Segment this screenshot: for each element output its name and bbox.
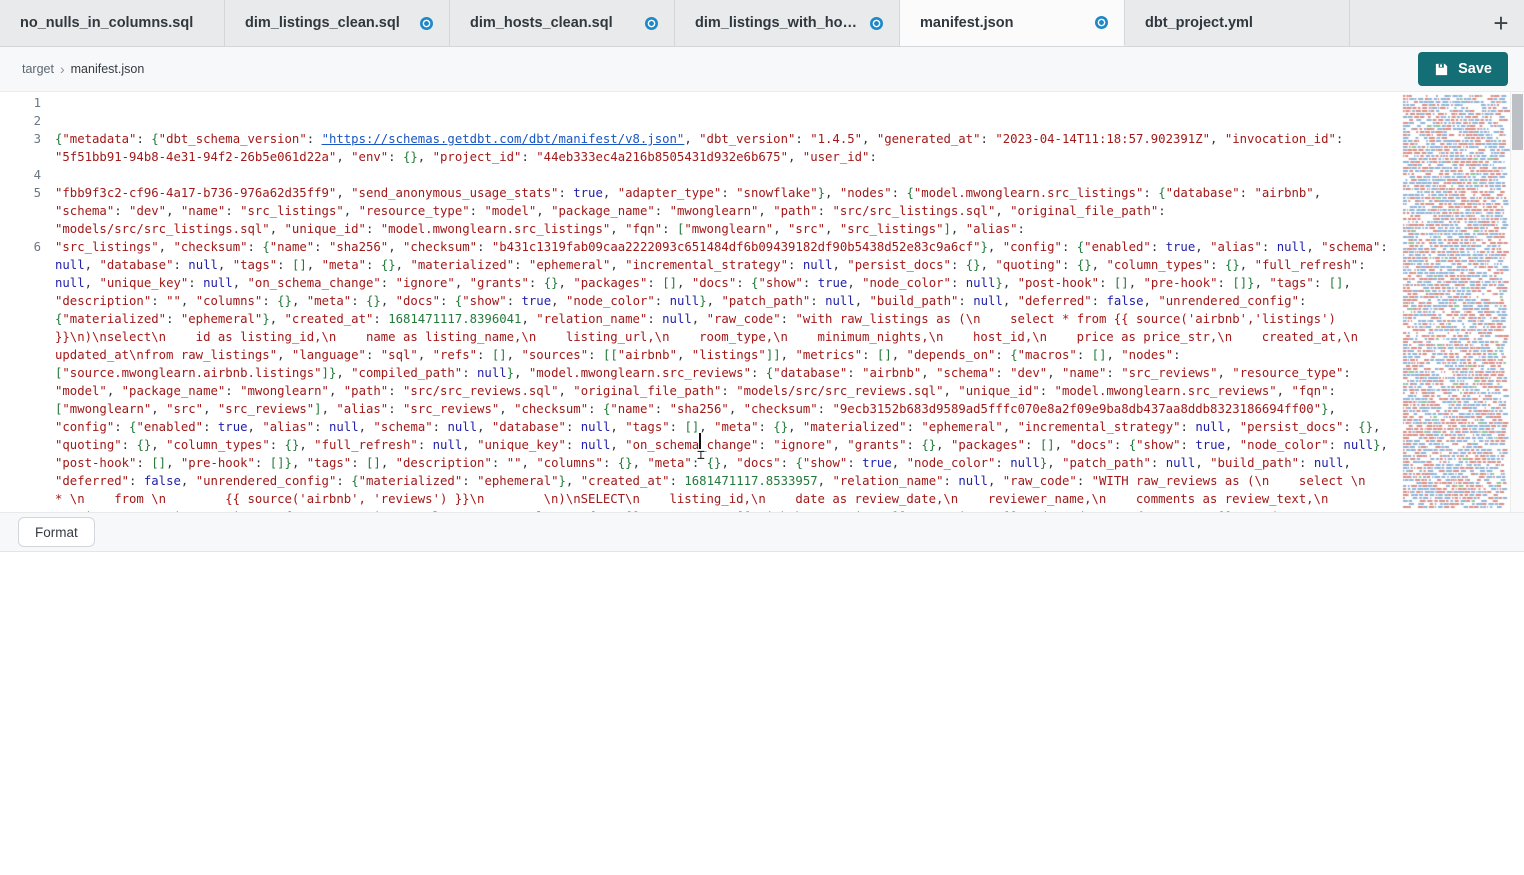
code-text[interactable]: "fbb9f3c2-cf96-4a17-b736-976a62d35ff9", … [55,184,1393,238]
line-number: 5 [0,184,55,238]
code-line[interactable]: 5"fbb9f3c2-cf96-4a17-b736-976a62d35ff9",… [0,184,1400,238]
breadcrumb-file: manifest.json [71,62,145,76]
save-button-label: Save [1458,61,1492,77]
tab-dbt_project.yml[interactable]: dbt_project.yml [1125,0,1350,46]
tab-bar-spacer [1350,0,1478,46]
code-text[interactable] [55,94,1393,112]
dbt-ide-window: no_nulls_in_columns.sql dim_listings_clea… [0,0,1524,875]
code-line[interactable]: 3{"metadata": {"dbt_schema_version": "ht… [0,130,1400,166]
code-line[interactable]: 1 [0,94,1400,112]
code-text[interactable] [55,112,1393,130]
code-line[interactable]: 2 [0,112,1400,130]
minimap[interactable] [1400,92,1510,512]
line-number: 3 [0,130,55,166]
line-number: 4 [0,166,55,184]
new-tab-button[interactable]: + [1478,0,1524,46]
tab-label: dim_listings_clean.sql [245,15,400,31]
code-text[interactable] [55,166,1393,184]
tab-strip: no_nulls_in_columns.sql dim_listings_clea… [0,0,1350,46]
editor-scrollbar-track[interactable] [1510,92,1524,512]
modified-dot-icon[interactable] [420,17,433,30]
tab-dim_hosts_clean.sql[interactable]: dim_hosts_clean.sql [450,0,675,46]
breadcrumb-folder: target [22,62,54,76]
tab-label: dim_listings_with_hosts.sql [695,15,860,31]
code-editor[interactable]: 1 2 3{"metadata": {"dbt_schema_version":… [0,92,1524,512]
breadcrumb-toolbar: target › manifest.json Save [0,47,1524,92]
line-number: 2 [0,112,55,130]
save-button[interactable]: Save [1418,52,1508,86]
floppy-disk-icon [1434,62,1449,77]
tab-label: no_nulls_in_columns.sql [20,15,193,31]
tab-manifest.json[interactable]: manifest.json [900,0,1125,46]
code-line[interactable]: 4 [0,166,1400,184]
editor-footer-bar: Format [0,512,1524,552]
code-text[interactable]: {"metadata": {"dbt_schema_version": "htt… [55,130,1393,166]
editor-scrollbar-thumb[interactable] [1512,94,1523,150]
tab-dim_listings_clean.sql[interactable]: dim_listings_clean.sql [225,0,450,46]
tab-dim_listings_with_hosts.sql[interactable]: dim_listings_with_hosts.sql [675,0,900,46]
tab-label: dbt_project.yml [1145,15,1253,31]
results-panel [0,552,1524,874]
tab-label: manifest.json [920,15,1013,31]
chevron-right-icon: › [60,61,65,77]
modified-dot-icon[interactable] [870,17,883,30]
line-number: 1 [0,94,55,112]
code-text[interactable]: "src_listings", "checksum": {"name": "sh… [55,238,1393,512]
breadcrumb: target › manifest.json [22,61,144,77]
plus-icon: + [1493,8,1508,39]
modified-dot-icon[interactable] [1095,16,1108,29]
text-caret [699,433,701,449]
tab-label: dim_hosts_clean.sql [470,15,613,31]
modified-dot-icon[interactable] [645,17,658,30]
tab-bar: no_nulls_in_columns.sql dim_listings_clea… [0,0,1524,47]
code-line[interactable]: 6"src_listings", "checksum": {"name": "s… [0,238,1400,512]
line-number: 6 [0,238,55,512]
tab-no_nulls_in_columns.sql[interactable]: no_nulls_in_columns.sql [0,0,225,46]
format-button[interactable]: Format [18,517,95,547]
mouse-ibeam-cursor: ⌶ [697,448,708,463]
